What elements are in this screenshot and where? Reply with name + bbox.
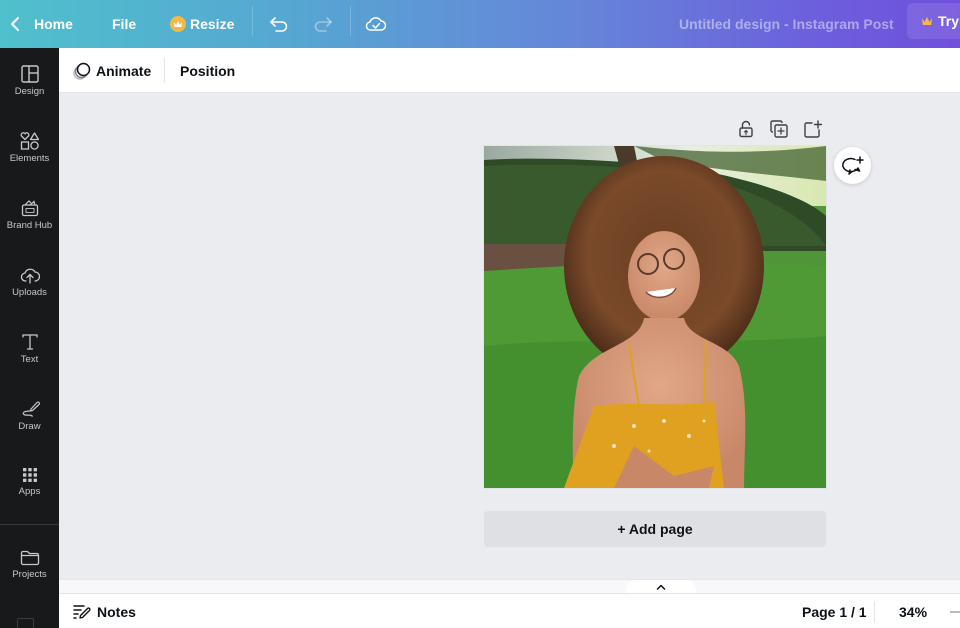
chevron-up-icon (656, 584, 666, 590)
resize-button[interactable]: Resize (170, 0, 234, 48)
top-bar: Home File Resize Untitled design - Insta… (0, 0, 960, 48)
file-label: File (112, 16, 137, 32)
expand-pages-toggle[interactable] (626, 580, 696, 594)
folder-icon (20, 550, 39, 566)
sidebar-label: Design (14, 86, 45, 97)
redo-icon (314, 17, 332, 32)
footer-bar: Notes Page 1 / 1 34% (59, 593, 960, 628)
animate-label: Animate (96, 62, 152, 79)
sidebar-label: Uploads (12, 287, 47, 298)
chevron-left-icon (11, 17, 19, 31)
sidebar-item-brand-hub[interactable]: Brand Hub (0, 199, 59, 259)
brand-kit-icon (21, 200, 38, 217)
text-icon (21, 334, 38, 350)
try-label: Try (938, 13, 960, 29)
draw-icon (22, 401, 40, 418)
sidebar-item-uploads[interactable]: Uploads (0, 266, 59, 326)
sidebar-label: Draw (18, 421, 41, 432)
zoom-slider[interactable] (950, 611, 960, 613)
add-page-icon (804, 120, 822, 138)
animate-icon (73, 62, 91, 80)
sidebar-divider (0, 524, 59, 525)
save-status-button[interactable] (364, 12, 388, 36)
sidebar-item-design[interactable]: Design (0, 65, 59, 125)
file-menu-button[interactable]: File (112, 0, 136, 48)
toolbar-divider (164, 58, 165, 82)
context-toolbar: Animate Position (59, 48, 960, 93)
footer-strip (59, 579, 960, 593)
shapes-icon (20, 132, 39, 150)
lock-page-button[interactable] (736, 119, 756, 139)
notes-button[interactable]: Notes (73, 594, 136, 628)
cloud-upload-icon (20, 268, 40, 284)
design-page[interactable] (484, 146, 826, 488)
apps-grid-icon (22, 468, 37, 482)
duplicate-page-button[interactable] (769, 119, 789, 139)
sidebar-item-projects[interactable]: Projects (0, 550, 59, 610)
notes-label: Notes (97, 603, 136, 620)
try-pro-button[interactable]: Try (907, 3, 960, 39)
design-title[interactable]: Untitled design - Instagram Post (679, 0, 894, 48)
sidebar-label: Brand Hub (6, 220, 53, 231)
add-page-icon-button[interactable] (803, 119, 823, 139)
footer-divider (874, 601, 875, 623)
duplicate-page-icon (770, 120, 788, 138)
lock-icon (739, 120, 753, 138)
photo-image (484, 146, 826, 488)
undo-icon (270, 17, 288, 32)
cloud-saved-icon (365, 17, 387, 31)
position-button[interactable]: Position (180, 48, 235, 93)
zoom-level[interactable]: 34% (899, 594, 927, 628)
home-button[interactable]: Home (10, 0, 73, 48)
toolbar-divider (252, 6, 253, 36)
sidebar: Design Elements Brand Hub Uploads Text D… (0, 48, 59, 628)
crown-icon (922, 17, 932, 25)
add-page-button[interactable]: + Add page (484, 511, 826, 547)
home-label: Home (34, 16, 73, 32)
sidebar-label: Apps (18, 486, 41, 497)
resize-label: Resize (190, 16, 235, 32)
layout-icon (20, 65, 39, 83)
sidebar-item-elements[interactable]: Elements (0, 132, 59, 192)
undo-button[interactable] (267, 12, 291, 36)
sidebar-label: Elements (9, 153, 50, 164)
sidebar-label: Text (20, 354, 39, 365)
animate-button[interactable]: Animate (72, 48, 151, 93)
toolbar-divider (350, 6, 351, 36)
sidebar-item-apps[interactable]: Apps (0, 467, 59, 527)
position-label: Position (180, 62, 236, 79)
add-comment-button[interactable] (834, 147, 871, 184)
sidebar-item-text[interactable]: Text (0, 333, 59, 393)
crown-icon (170, 16, 186, 32)
sidebar-item-draw[interactable]: Draw (0, 400, 59, 460)
image-icon[interactable] (17, 618, 34, 628)
add-comment-icon (841, 155, 864, 175)
sidebar-label: Projects (12, 569, 47, 580)
redo-button[interactable] (311, 12, 335, 36)
notes-icon (73, 604, 91, 619)
page-indicator[interactable]: Page 1 / 1 (802, 594, 867, 628)
